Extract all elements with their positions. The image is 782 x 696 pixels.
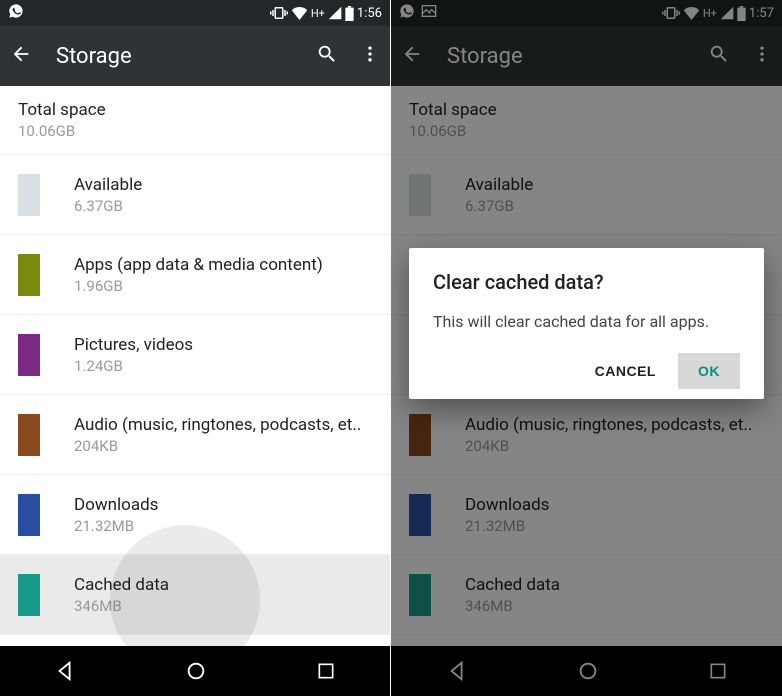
row-pictures[interactable]: Pictures, videos 1.24GB [0,315,390,395]
phone-right: H+ 1:57 Storage Total space 10.06GB [391,0,782,696]
clear-cache-dialog: Clear cached data? This will clear cache… [409,248,764,399]
signal-icon [328,6,342,20]
swatch-apps [18,254,40,296]
row-label: Pictures, videos [74,335,380,355]
row-label: Downloads [74,495,380,515]
ok-button[interactable]: OK [678,353,740,389]
overflow-icon[interactable] [360,43,380,69]
dialog-actions: CANCEL OK [433,353,740,389]
swatch-available [18,174,40,216]
row-available[interactable]: Available 6.37GB [0,155,390,235]
swatch-audio [18,414,40,456]
swatch-downloads [18,494,40,536]
nav-home-icon[interactable] [185,660,207,682]
cancel-button[interactable]: CANCEL [581,353,670,389]
search-icon[interactable] [316,43,338,69]
total-space-block: Total space 10.06GB [0,86,390,155]
phone-left: H+ 1:56 Storage Total space 10.06GB [0,0,391,696]
row-cached-data[interactable]: Cached data 346MB [0,555,390,635]
row-label: Apps (app data & media content) [74,255,380,275]
row-sub: 1.24GB [74,357,380,375]
row-apps[interactable]: Apps (app data & media content) 1.96GB [0,235,390,315]
clock-text: 1:56 [357,6,382,21]
page-title: Storage [56,44,316,69]
back-icon[interactable] [10,43,32,69]
vibrate-icon [270,6,288,20]
status-bar: H+ 1:56 [0,0,390,26]
total-space-value: 10.06GB [18,122,372,140]
app-bar: Storage [0,26,390,86]
nav-recent-icon[interactable] [316,661,336,681]
row-sub: 204KB [74,437,380,455]
battery-icon [345,6,354,21]
storage-list: Total space 10.06GB Available 6.37GB App… [0,86,390,635]
row-audio[interactable]: Audio (music, ringtones, podcasts, et.. … [0,395,390,475]
whatsapp-icon [8,3,24,23]
swatch-cached [18,574,40,616]
nav-back-icon[interactable] [54,660,76,682]
total-space-title: Total space [18,100,372,120]
dialog-message: This will clear cached data for all apps… [433,310,740,333]
dialog-title: Clear cached data? [433,270,740,294]
row-sub: 21.32MB [74,517,380,535]
wifi-icon [291,6,308,20]
row-sub: 6.37GB [74,197,380,215]
nav-bar [0,646,390,696]
row-sub: 1.96GB [74,277,380,295]
network-type: H+ [311,7,325,20]
row-label: Audio (music, ringtones, podcasts, et.. [74,415,380,435]
swatch-pictures [18,334,40,376]
row-label: Available [74,175,380,195]
